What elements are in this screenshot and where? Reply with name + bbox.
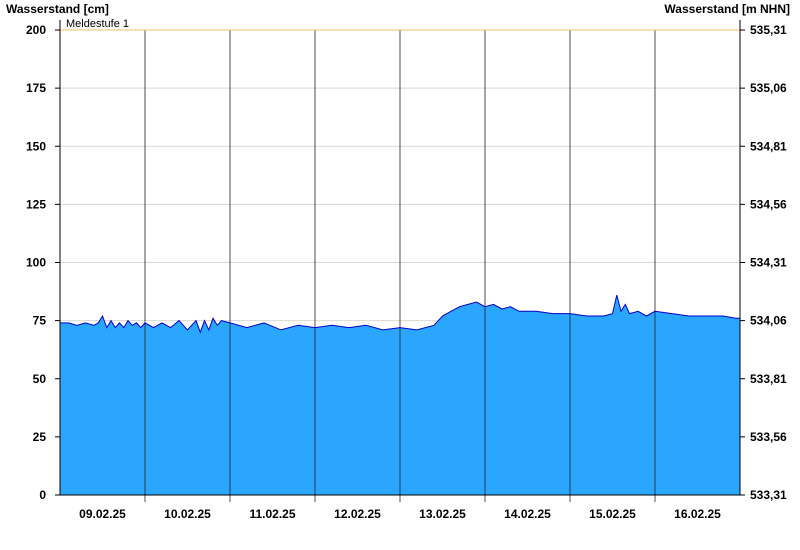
left-axis-label: Wasserstand [cm] xyxy=(6,2,109,16)
right-axis-label: Wasserstand [m NHN] xyxy=(664,2,790,16)
right-tick-label: 534,06 xyxy=(750,314,787,328)
right-tick-label: 535,31 xyxy=(750,23,787,37)
left-y-tick-labels: 0 25 50 75 100 125 150 175 200 xyxy=(26,23,46,502)
x-tick-label: 16.02.25 xyxy=(674,507,721,521)
left-tick-label: 150 xyxy=(26,139,46,153)
x-tick-label: 09.02.25 xyxy=(79,507,126,521)
left-tick-label: 125 xyxy=(26,197,46,211)
left-tick-label: 25 xyxy=(33,430,47,444)
x-tick-label: 14.02.25 xyxy=(504,507,551,521)
left-tick-label: 200 xyxy=(26,23,46,37)
x-tick-labels: 09.02.25 10.02.25 11.02.25 12.02.25 13.02.25… xyxy=(79,507,721,521)
right-tick-label: 533,56 xyxy=(750,430,787,444)
right-y-tick-labels: 533,31 533,56 533,81 534,06 534,31 534,56 534,… xyxy=(750,23,787,502)
right-tick-label: 534,56 xyxy=(750,197,787,211)
water-level-chart: Meldestufe 1 0 25 50 75 100 125 150 175 200 533,… xyxy=(6,2,790,521)
left-tick-label: 50 xyxy=(33,372,47,386)
left-tick-label: 75 xyxy=(33,314,47,328)
left-tick-label: 175 xyxy=(26,81,46,95)
right-tick-label: 535,06 xyxy=(750,81,787,95)
left-tick-label: 0 xyxy=(39,488,46,502)
reference-line-label: Meldestufe 1 xyxy=(66,18,129,30)
x-tick-label: 15.02.25 xyxy=(589,507,636,521)
x-tick-label: 12.02.25 xyxy=(334,507,381,521)
x-tick-label: 10.02.25 xyxy=(164,507,211,521)
left-tick-label: 100 xyxy=(26,256,46,270)
x-tick-label: 11.02.25 xyxy=(249,507,295,521)
x-tick-label: 13.02.25 xyxy=(419,507,466,521)
right-tick-label: 534,81 xyxy=(750,139,787,153)
right-tick-label: 533,81 xyxy=(750,372,787,386)
right-tick-label: 533,31 xyxy=(750,488,787,502)
right-tick-label: 534,31 xyxy=(750,256,787,270)
